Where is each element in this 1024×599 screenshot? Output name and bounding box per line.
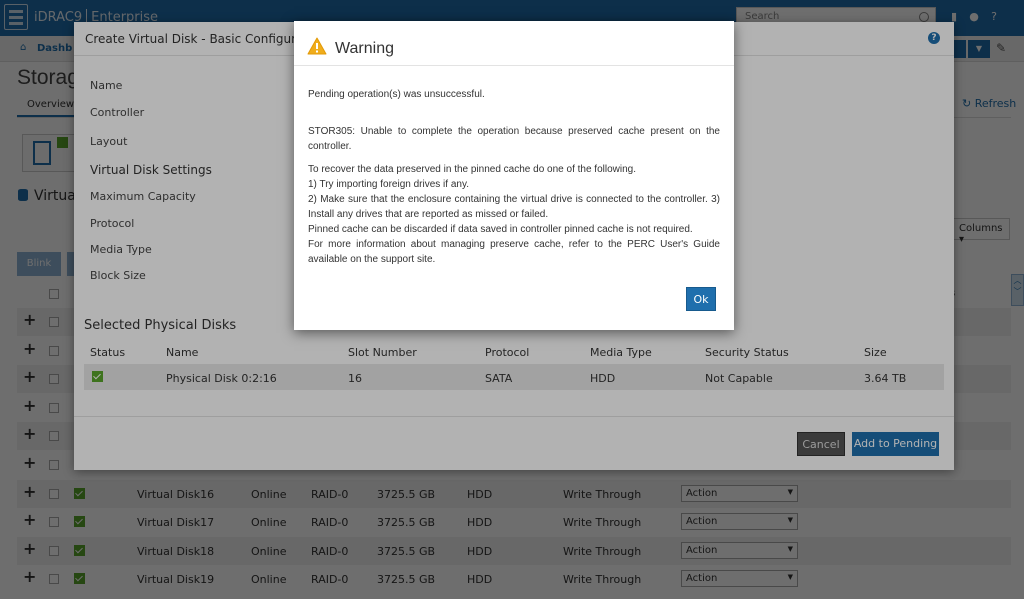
warning-title: Warning bbox=[335, 40, 394, 57]
warning-line-2: STOR305: Unable to complete the operatio… bbox=[308, 126, 720, 152]
warning-icon bbox=[307, 37, 327, 55]
warning-line-6: Pinned cache can be discarded if data sa… bbox=[308, 224, 693, 235]
warning-line-7: For more information about managing pres… bbox=[308, 239, 720, 265]
ok-button[interactable]: Ok bbox=[686, 287, 716, 311]
warning-dialog: Warning Pending operation(s) was unsucce… bbox=[294, 21, 734, 330]
warning-line-5: 2) Make sure that the enclosure containi… bbox=[308, 194, 720, 220]
warning-line-1: Pending operation(s) was unsuccessful. bbox=[308, 89, 485, 100]
warning-header: Warning bbox=[294, 21, 734, 66]
warning-line-4: 1) Try importing foreign drives if any. bbox=[308, 179, 469, 190]
warning-message: Pending operation(s) was unsuccessful. S… bbox=[308, 87, 720, 267]
warning-line-3: To recover the data preserved in the pin… bbox=[308, 164, 636, 175]
